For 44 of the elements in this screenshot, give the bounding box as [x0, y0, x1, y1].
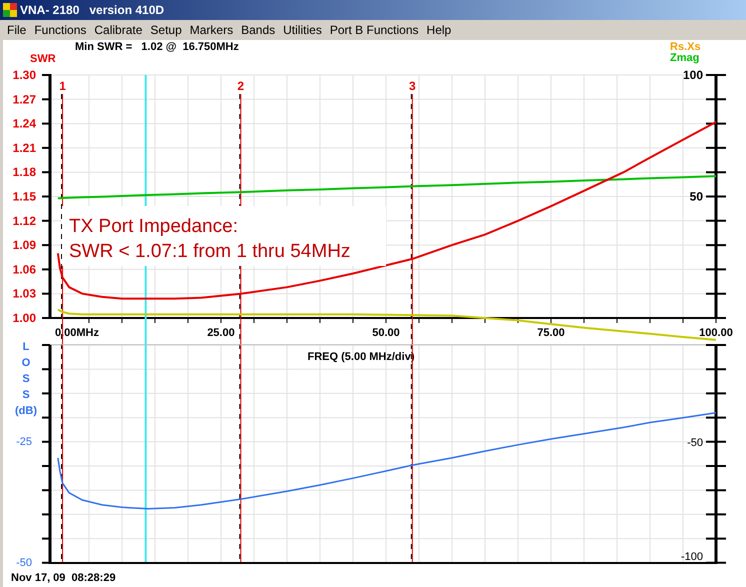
menu-item[interactable]: File — [4, 21, 30, 39]
y-tick-label: 1.30 — [12, 68, 36, 82]
menu-item[interactable]: Setup — [147, 21, 185, 39]
y-tick-label: 1.15 — [12, 190, 36, 204]
x-tick-label: 50.00 — [372, 327, 400, 339]
y-tick-label: 1.18 — [12, 165, 36, 180]
right-tick-label: -100 — [680, 551, 703, 563]
y-tick-label: 1.27 — [12, 92, 36, 106]
min-swr-readout: Min SWR = 1.02 @ 16.750MHz — [75, 41, 239, 53]
swr-axis-title: SWR — [30, 53, 56, 65]
rs-xs-legend: Rs.Xs — [670, 41, 701, 53]
marker-label: 1 — [59, 79, 66, 93]
right-tick-label: 50 — [690, 190, 703, 204]
window-title: VNA- 2180 version 410D — [20, 2, 164, 19]
note-text: TX Port Impedance: — [69, 216, 238, 237]
menu-item[interactable]: Markers — [186, 21, 236, 39]
menu-item[interactable]: Utilities — [280, 21, 325, 39]
zmag-legend: Zmag — [670, 52, 700, 64]
timestamp: Nov 17, 09 08:28:29 — [11, 572, 116, 584]
menu-item[interactable]: Bands — [238, 21, 278, 39]
loss-axis-title: LOSS — [20, 340, 32, 403]
y-tick-label: 1.21 — [12, 140, 36, 155]
menu-item[interactable]: Port B Functions — [326, 21, 422, 39]
x-tick-label: 75.00 — [537, 327, 565, 339]
y-tick-label: 1.24 — [12, 116, 36, 131]
menu-item[interactable]: Calibrate — [91, 21, 146, 39]
marker-label: 3 — [409, 79, 416, 93]
y-tick-label: 1.09 — [12, 238, 36, 252]
marker-label: 2 — [237, 79, 244, 93]
y-tick-label: 1.00 — [12, 311, 36, 325]
y-tick-label: 1.03 — [12, 286, 36, 301]
y-tick-label: 1.12 — [12, 214, 36, 228]
y-tick-label: -25 — [16, 436, 32, 448]
menu-item[interactable]: Help — [424, 21, 454, 39]
loss-axis-unit: (dB) — [15, 405, 37, 417]
right-tick-label: 100 — [682, 68, 703, 82]
app-logo-icon — [3, 3, 17, 17]
y-tick-label: -50 — [16, 557, 32, 569]
menu-item[interactable]: Functions — [31, 21, 90, 39]
note-text: SWR < 1.07:1 from 1 thru 54MHz — [69, 241, 350, 262]
right-tick-label: -50 — [687, 437, 703, 449]
x-tick-label: 25.00 — [207, 327, 235, 339]
y-tick-label: 1.06 — [12, 262, 36, 276]
x-tick-label: 100.00 — [699, 327, 733, 339]
